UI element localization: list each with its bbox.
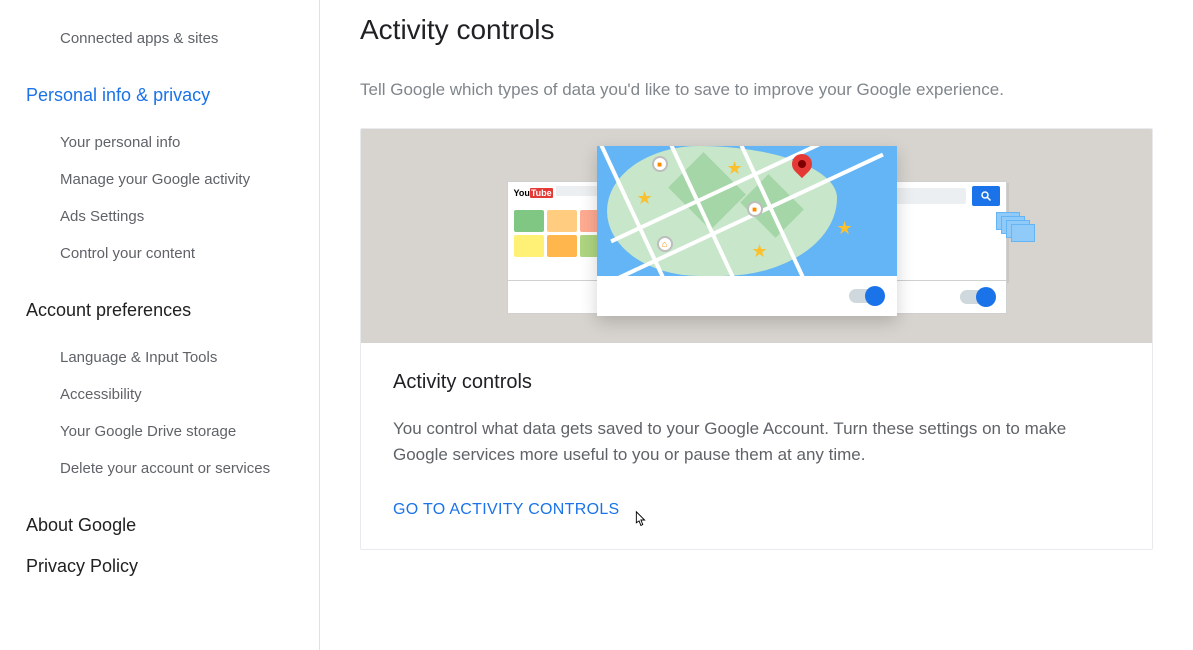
sidebar-item-delete-account[interactable]: Delete your account or services	[26, 450, 299, 487]
sidebar-heading-personal-info-privacy[interactable]: Personal info & privacy	[26, 85, 299, 106]
toggle-icon	[849, 289, 881, 303]
sidebar: Connected apps & sites Personal info & p…	[0, 0, 320, 650]
sidebar-item-your-personal-info[interactable]: Your personal info	[26, 124, 299, 161]
go-to-activity-controls-link[interactable]: GO TO ACTIVITY CONTROLS	[393, 501, 620, 519]
sidebar-link-privacy-policy[interactable]: Privacy Policy	[26, 556, 299, 577]
card-description: You control what data gets saved to your…	[393, 416, 1120, 467]
card-title: Activity controls	[393, 371, 1120, 394]
sidebar-item-control-content[interactable]: Control your content	[26, 235, 299, 272]
card-hero-illustration: YouTube	[361, 129, 1152, 343]
sidebar-heading-account-preferences[interactable]: Account preferences	[26, 300, 299, 321]
star-icon: ★	[637, 188, 653, 209]
sidebar-item-accessibility[interactable]: Accessibility	[26, 376, 299, 413]
page-title: Activity controls	[360, 14, 1153, 46]
activity-controls-card: YouTube	[360, 128, 1153, 550]
toggle-icon	[960, 290, 992, 304]
map-card-icon: ★ ★ ★ ★ ■ ■ ⌂	[597, 146, 897, 316]
home-poi-icon: ⌂	[657, 236, 673, 252]
search-icon	[972, 186, 1000, 206]
page-subtitle: Tell Google which types of data you'd li…	[360, 80, 1153, 100]
sidebar-item-drive-storage[interactable]: Your Google Drive storage	[26, 413, 299, 450]
star-icon: ★	[727, 158, 743, 179]
star-icon: ★	[752, 241, 768, 262]
poi-icon: ■	[747, 201, 763, 217]
cursor-icon	[629, 507, 651, 533]
sidebar-item-connected-apps[interactable]: Connected apps & sites	[26, 20, 299, 57]
sidebar-item-manage-activity[interactable]: Manage your Google activity	[26, 161, 299, 198]
sidebar-link-about-google[interactable]: About Google	[26, 515, 299, 536]
sidebar-item-ads-settings[interactable]: Ads Settings	[26, 198, 299, 235]
sidebar-item-language-input[interactable]: Language & Input Tools	[26, 339, 299, 376]
poi-icon: ■	[652, 156, 668, 172]
star-icon: ★	[837, 218, 853, 239]
main-content: Activity controls Tell Google which type…	[320, 0, 1193, 650]
